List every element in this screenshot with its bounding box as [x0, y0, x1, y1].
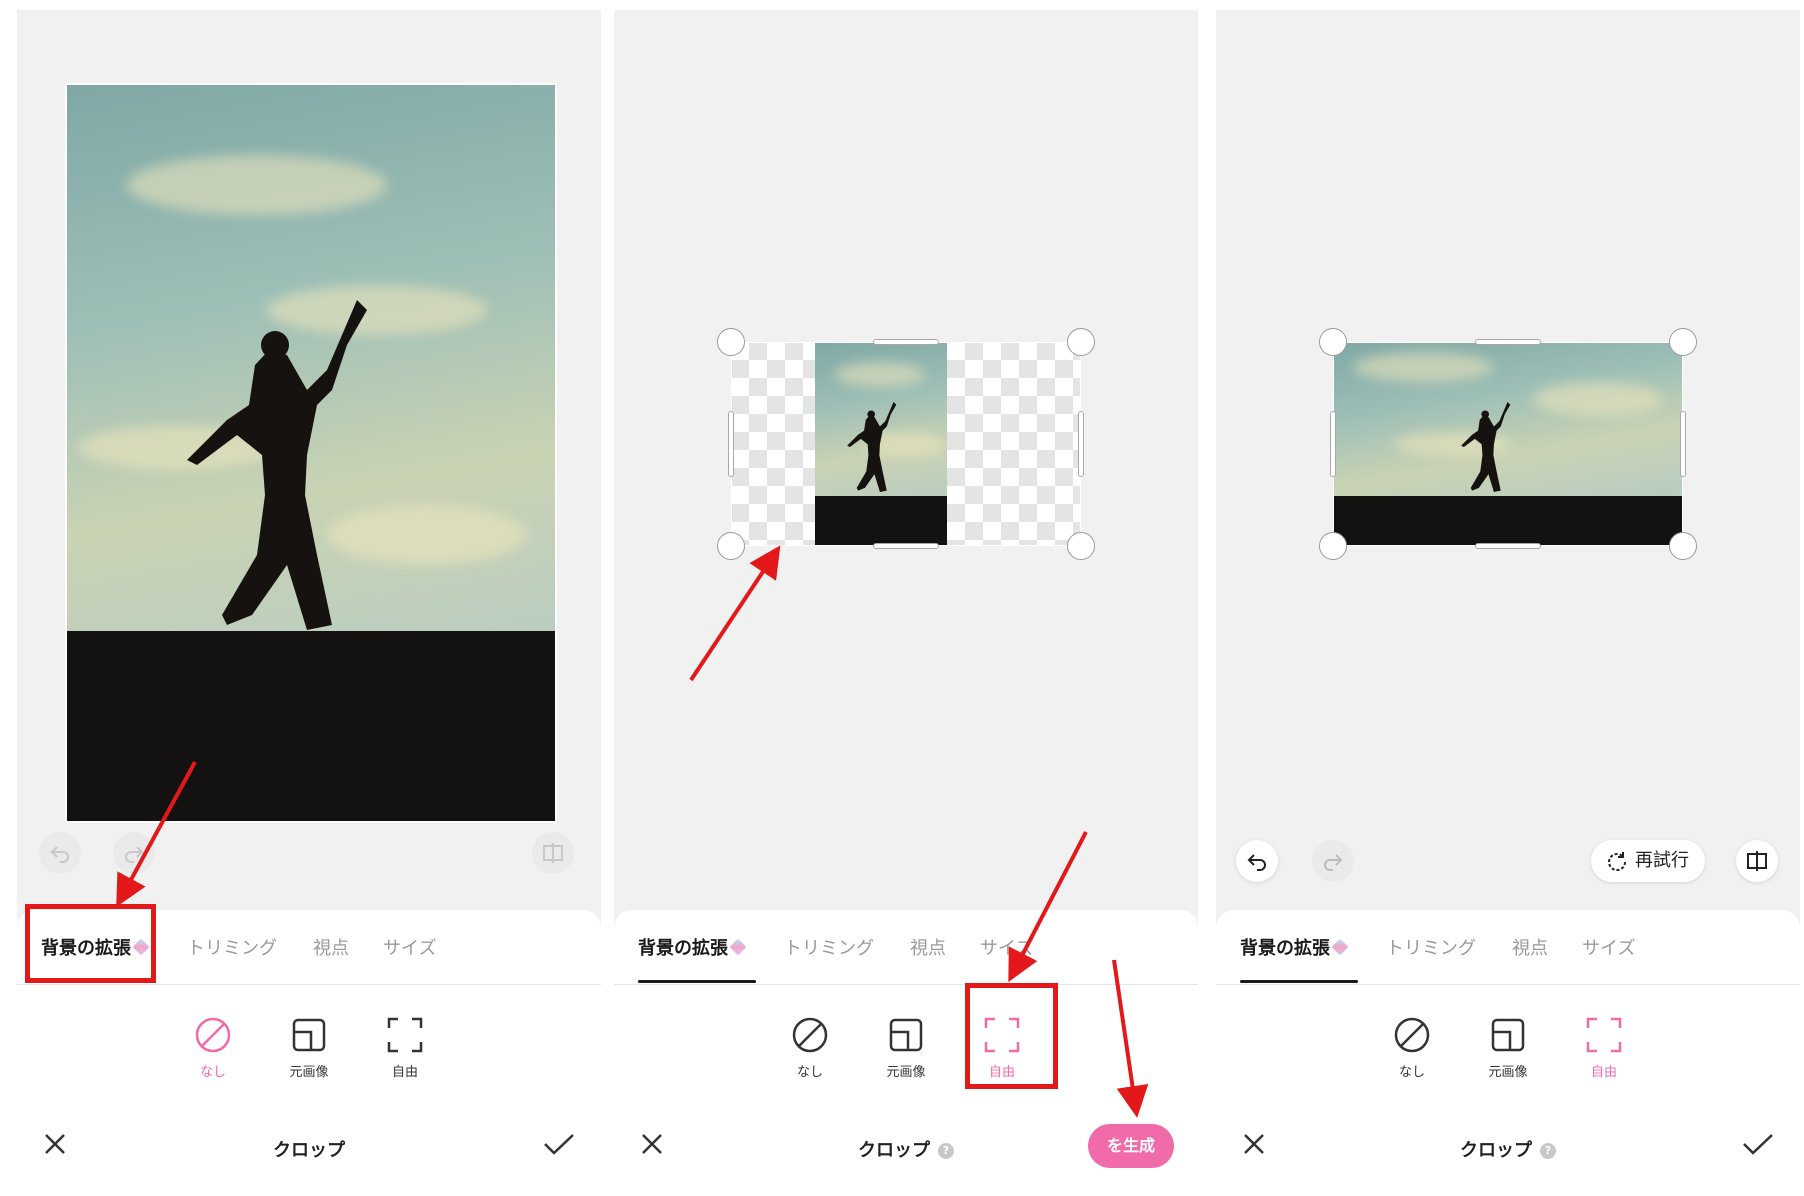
action-bar: クロップ?: [1216, 1120, 1800, 1180]
option-none-label: なし: [1398, 1065, 1425, 1080]
tab-trimming[interactable]: トリミング: [187, 934, 277, 960]
action-bar: クロップ? を生成: [614, 1120, 1198, 1180]
tab-perspective[interactable]: 視点: [313, 934, 349, 960]
screen-3: 再試行 背景の拡張 トリミング 視点 サイズ なし 元画像 自由 クロップ?: [1216, 10, 1800, 1192]
crop-edge-right[interactable]: [1680, 411, 1686, 477]
tab-trimming[interactable]: トリミング: [1386, 934, 1476, 960]
crop-edge-top[interactable]: [873, 339, 939, 345]
generate-button[interactable]: を生成: [1088, 1124, 1174, 1168]
premium-gem-icon: [729, 938, 747, 956]
option-free[interactable]: 自由: [365, 1015, 445, 1080]
redo-button[interactable]: [113, 832, 155, 874]
screen-title: クロップ: [273, 1140, 345, 1161]
crop-handle-bottom-left[interactable]: [717, 532, 745, 560]
crop-edge-bottom[interactable]: [873, 543, 939, 549]
image-canvas: 再試行: [1216, 10, 1800, 910]
premium-gem-icon: [1331, 938, 1349, 956]
bottom-sheet: 背景の拡張 トリミング 視点 サイズ なし 元画像 自由 クロップ?: [1216, 910, 1800, 1192]
free-crop-icon: [387, 1017, 423, 1053]
crop-handle-top-left[interactable]: [717, 328, 745, 356]
undo-button[interactable]: [1236, 840, 1278, 882]
compare-button[interactable]: [1736, 840, 1778, 882]
tab-perspective[interactable]: 視点: [1512, 934, 1548, 960]
crop-edge-right[interactable]: [1078, 411, 1084, 477]
redo-button[interactable]: [1312, 840, 1354, 882]
retry-icon: [1608, 852, 1627, 871]
option-free[interactable]: 自由: [1564, 1015, 1644, 1080]
original-image-icon: [292, 1018, 326, 1052]
redo-icon: [1324, 854, 1343, 871]
crop-handle-bottom-right[interactable]: [1669, 532, 1697, 560]
crop-handle-top-right[interactable]: [1669, 328, 1697, 356]
crop-handle-bottom-left[interactable]: [1319, 532, 1347, 560]
check-icon[interactable]: [543, 1132, 575, 1156]
active-tab-indicator: [1240, 980, 1358, 983]
crop-handle-top-left[interactable]: [1319, 328, 1347, 356]
undo-button[interactable]: [39, 832, 81, 874]
none-icon: [1394, 1017, 1430, 1053]
none-icon: [792, 1017, 828, 1053]
tab-bar: 背景の拡張 トリミング 視点 サイズ: [1216, 910, 1800, 985]
option-original-image[interactable]: 元画像: [1468, 1015, 1548, 1080]
check-icon[interactable]: [1742, 1132, 1774, 1156]
original-image-icon: [889, 1018, 923, 1052]
original-image-icon: [1491, 1018, 1525, 1052]
silhouette: [187, 300, 367, 630]
tab-size[interactable]: サイズ: [383, 934, 436, 960]
crop-edge-left[interactable]: [728, 411, 734, 477]
undo-icon: [50, 846, 69, 863]
tab-trimming[interactable]: トリミング: [784, 934, 874, 960]
compare-icon: [543, 843, 563, 863]
tab-bar: 背景の拡張 トリミング 視点 サイズ: [614, 910, 1198, 985]
screen-2: 背景の拡張 トリミング 視点 サイズ なし 元画像 自由 クロップ? を生成: [614, 10, 1198, 1192]
option-none[interactable]: なし: [173, 1015, 253, 1080]
option-free-label: 自由: [1590, 1065, 1617, 1080]
bottom-sheet: 背景の拡張 トリミング 視点 サイズ なし 元画像 自由 クロップ? を生成: [614, 910, 1198, 1192]
highlight-tab-background-extend: [25, 904, 156, 983]
screen-title: クロップ?: [1216, 1136, 1800, 1162]
option-none-label: なし: [796, 1065, 823, 1080]
help-icon[interactable]: ?: [938, 1143, 954, 1159]
option-original-image-label: 元画像: [886, 1065, 926, 1080]
tab-background-extend[interactable]: 背景の拡張: [1240, 934, 1349, 960]
crop-frame[interactable]: [1333, 342, 1683, 546]
compare-icon: [1747, 851, 1767, 871]
tab-background-extend[interactable]: 背景の拡張: [638, 934, 747, 960]
tab-size[interactable]: サイズ: [980, 934, 1033, 960]
crop-handle-top-right[interactable]: [1067, 328, 1095, 356]
crop-frame[interactable]: [731, 342, 1081, 546]
action-bar: クロップ: [17, 1120, 601, 1180]
option-original-image[interactable]: 元画像: [866, 1015, 946, 1080]
option-original-image[interactable]: 元画像: [269, 1015, 349, 1080]
highlight-option-free: [965, 983, 1058, 1089]
option-original-image-label: 元画像: [289, 1065, 329, 1080]
photo[interactable]: [65, 83, 557, 823]
option-none-label: なし: [199, 1065, 226, 1080]
retry-label: 再試行: [1635, 850, 1689, 871]
compare-button[interactable]: [532, 832, 574, 874]
image-canvas: [17, 10, 601, 910]
none-icon: [195, 1017, 231, 1053]
option-original-image-label: 元画像: [1488, 1065, 1528, 1080]
tab-perspective[interactable]: 視点: [910, 934, 946, 960]
screen-1: 背景の拡張 トリミング 視点 サイズ なし 元画像 自由 クロップ: [17, 10, 601, 1192]
crop-edge-top[interactable]: [1475, 339, 1541, 345]
active-tab-indicator: [638, 980, 756, 983]
free-crop-icon: [1586, 1017, 1622, 1053]
redo-icon: [125, 846, 144, 863]
crop-handle-bottom-right[interactable]: [1067, 532, 1095, 560]
image-canvas: [614, 10, 1198, 910]
tab-size[interactable]: サイズ: [1582, 934, 1635, 960]
undo-icon: [1247, 854, 1266, 871]
option-none[interactable]: なし: [1372, 1015, 1452, 1080]
option-none[interactable]: なし: [770, 1015, 850, 1080]
help-icon[interactable]: ?: [1540, 1143, 1556, 1159]
crop-edge-bottom[interactable]: [1475, 543, 1541, 549]
retry-button[interactable]: 再試行: [1591, 840, 1705, 882]
crop-edge-left[interactable]: [1330, 411, 1336, 477]
option-free-label: 自由: [391, 1065, 418, 1080]
